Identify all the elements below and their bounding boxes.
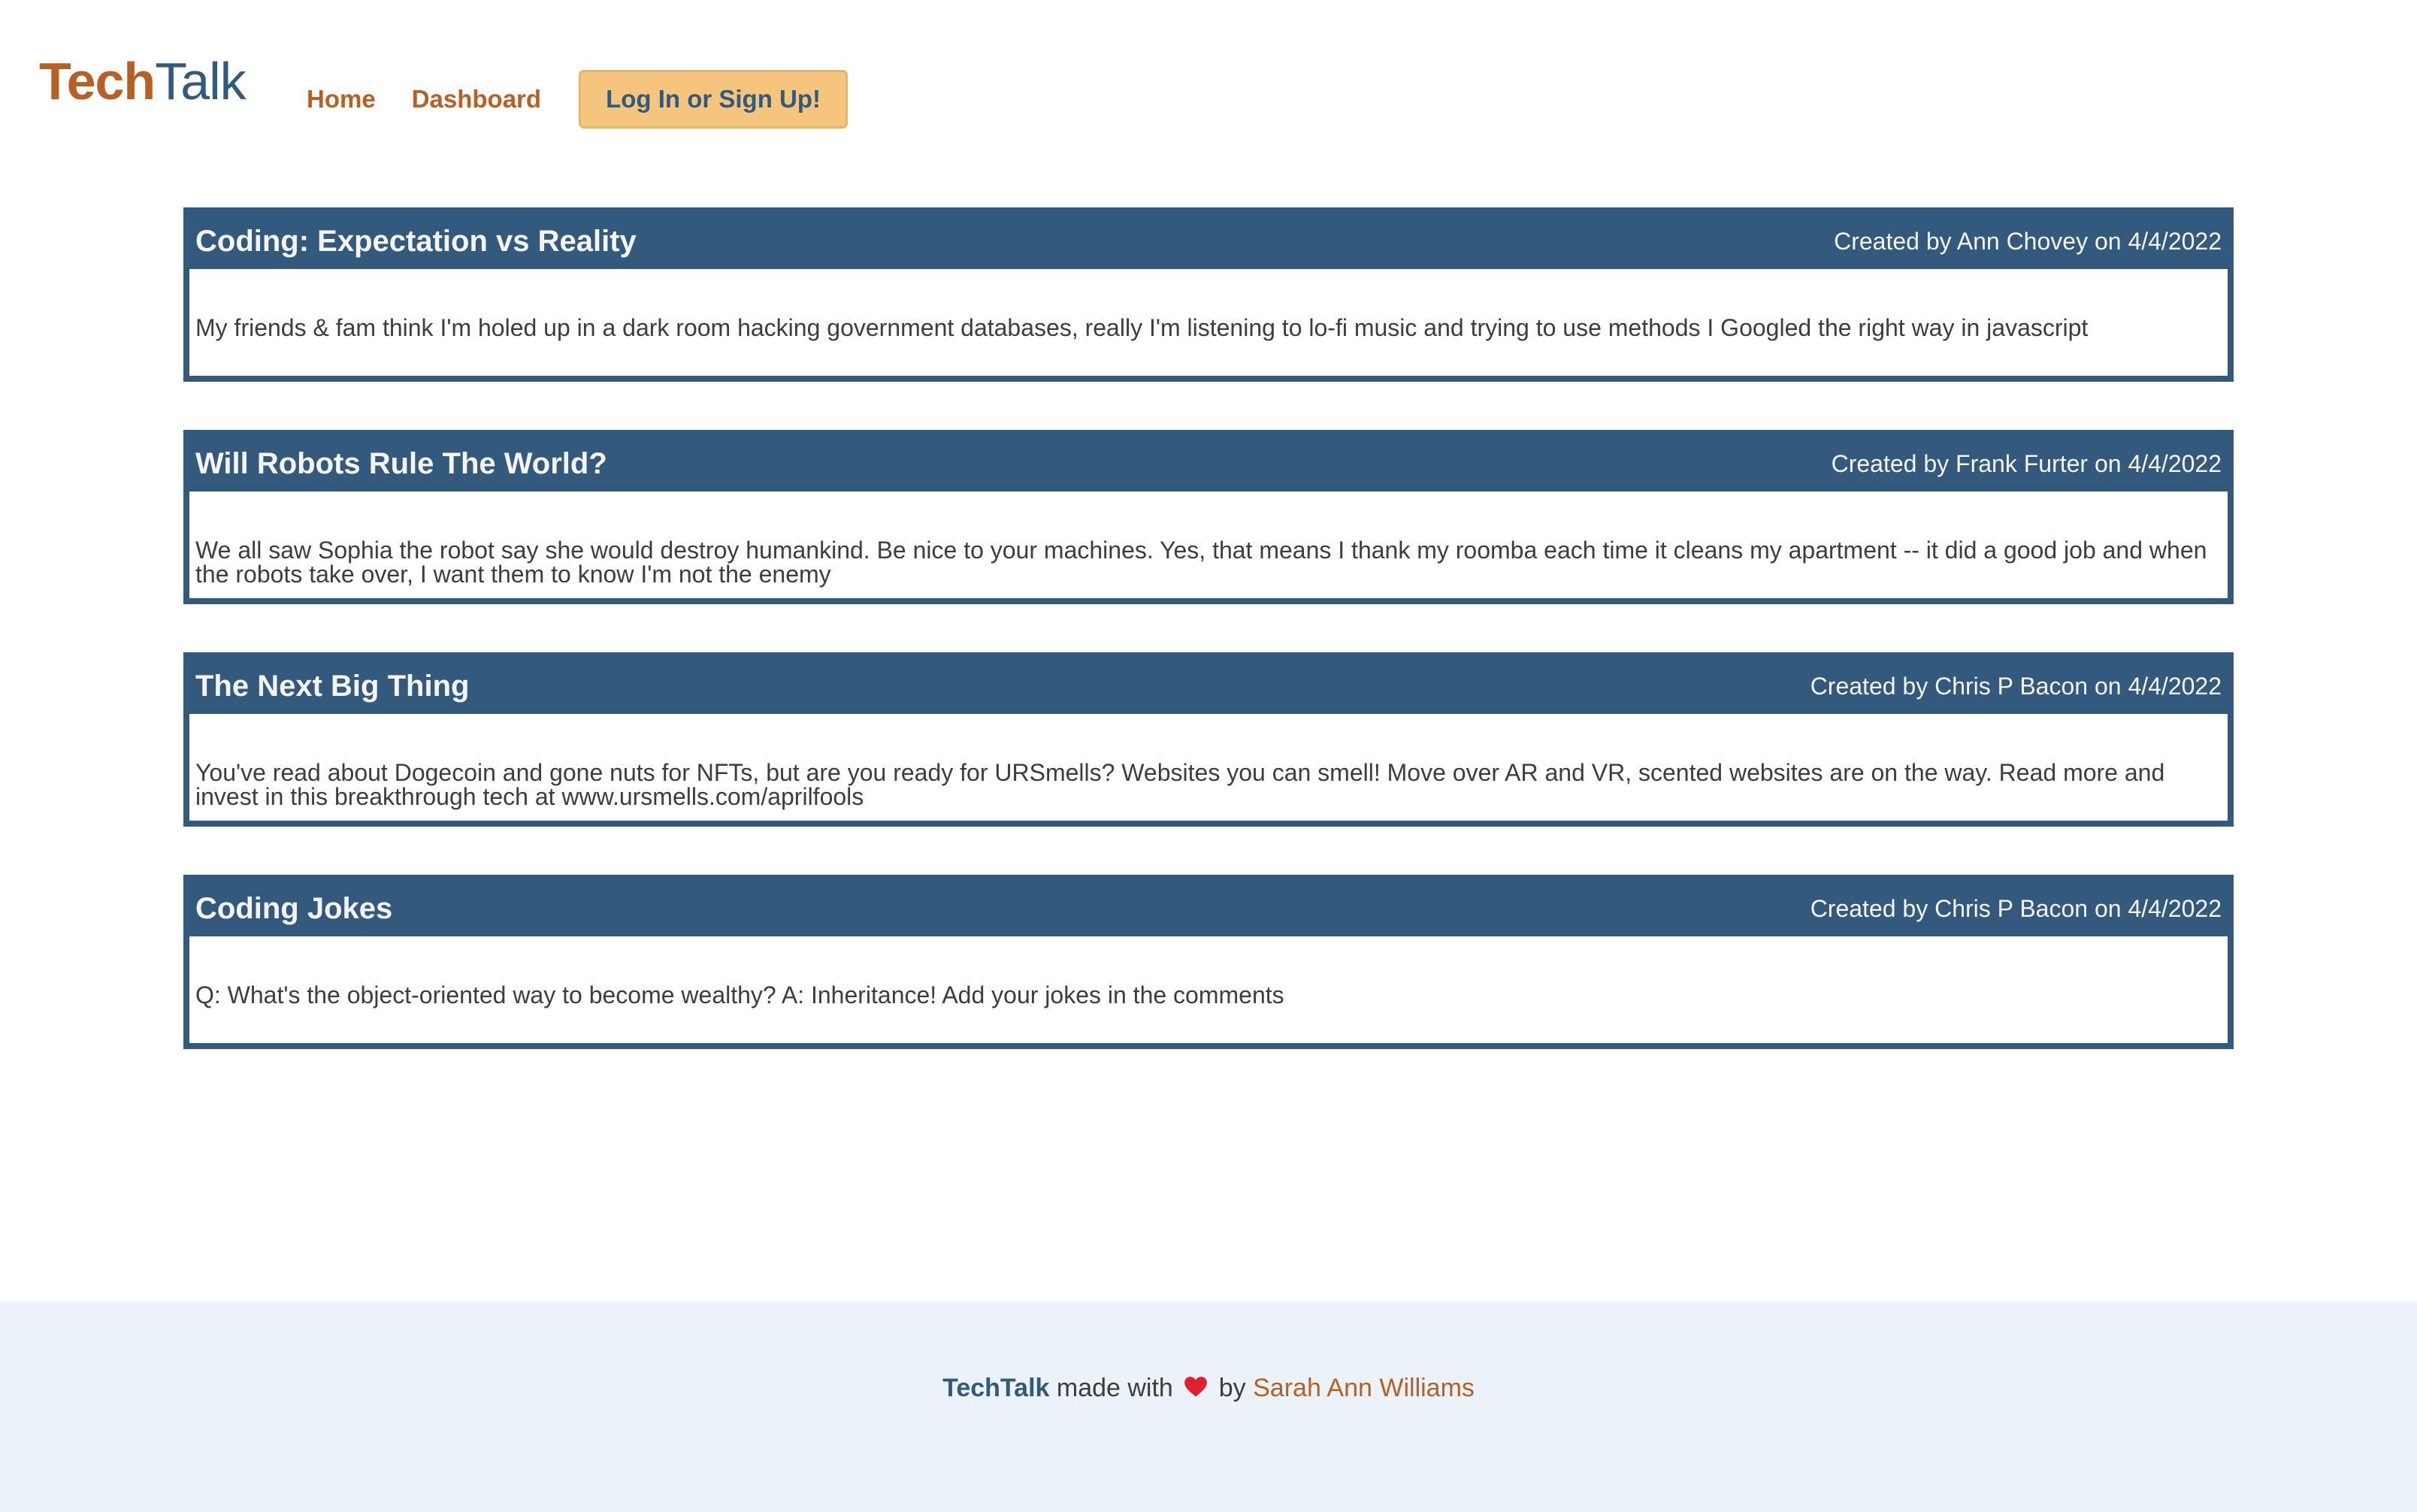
logo-talk-text: Talk: [155, 52, 246, 110]
login-signup-button[interactable]: Log In or Sign Up!: [579, 70, 849, 129]
nav-home-link[interactable]: Home: [307, 85, 376, 113]
footer-made-with: made with: [1056, 1374, 1173, 1402]
site-footer: TechTalk made with by Sarah Ann Williams: [0, 1302, 2417, 1512]
post-title: Coding Jokes: [195, 891, 393, 925]
post-meta: Created by Frank Furter on 4/4/2022: [1831, 449, 2222, 477]
post-body: My friends & fam think I'm holed up in a…: [195, 314, 2089, 341]
post-meta: Created by Chris P Bacon on 4/4/2022: [1810, 894, 2222, 922]
footer-brand: TechTalk: [942, 1374, 1050, 1402]
nav-dashboard-link[interactable]: Dashboard: [412, 85, 541, 113]
post-meta: Created by Chris P Bacon on 4/4/2022: [1810, 672, 2222, 700]
post-card[interactable]: The Next Big Thing Created by Chris P Ba…: [183, 652, 2234, 827]
footer-by: by: [1218, 1374, 1246, 1402]
logo-tech-text: Tech: [39, 52, 156, 110]
post-header: Coding Jokes Created by Chris P Bacon on…: [183, 875, 2234, 936]
main-nav: Home Dashboard Log In or Sign Up!: [307, 69, 849, 129]
post-title: Coding: Expectation vs Reality: [195, 224, 637, 258]
post-title: The Next Big Thing: [195, 669, 470, 703]
footer-credit: TechTalk made with by Sarah Ann Williams: [0, 1371, 2417, 1405]
post-header: Coding: Expectation vs Reality Created b…: [183, 207, 2234, 269]
site-logo[interactable]: TechTalk: [39, 44, 247, 119]
post-header: Will Robots Rule The World? Created by F…: [183, 430, 2234, 491]
post-card[interactable]: Will Robots Rule The World? Created by F…: [183, 430, 2234, 604]
site-header: TechTalk Home Dashboard Log In or Sign U…: [0, 0, 2417, 165]
post-body: You've read about Dogecoin and gone nuts…: [195, 759, 2165, 810]
post-list: Coding: Expectation vs Reality Created b…: [183, 207, 2234, 1097]
post-title: Will Robots Rule The World?: [195, 446, 607, 480]
post-meta: Created by Ann Chovey on 4/4/2022: [1834, 227, 2222, 255]
footer-author-link[interactable]: Sarah Ann Williams: [1253, 1374, 1475, 1402]
post-header: The Next Big Thing Created by Chris P Ba…: [183, 652, 2234, 714]
post-body: Q: What's the object-oriented way to bec…: [195, 981, 1284, 1009]
post-card[interactable]: Coding Jokes Created by Chris P Bacon on…: [183, 875, 2234, 1049]
post-body: We all saw Sophia the robot say she woul…: [195, 537, 2207, 588]
heart-icon: [1184, 1376, 1208, 1397]
post-card[interactable]: Coding: Expectation vs Reality Created b…: [183, 207, 2234, 382]
